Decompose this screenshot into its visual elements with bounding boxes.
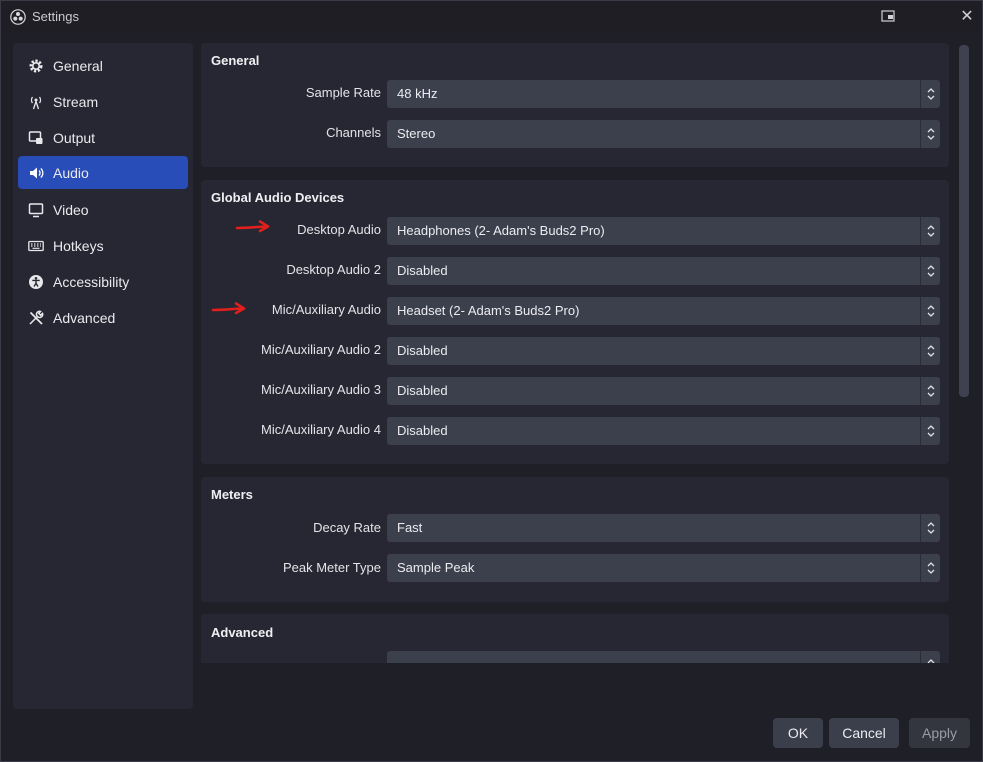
sidebar-item-advanced[interactable]: Advanced	[18, 301, 188, 334]
global-audio-devices-group: Global Audio Devices Desktop Audio Headp…	[201, 180, 949, 464]
group-title: Meters	[211, 487, 253, 502]
mic-aux-audio-4-label: Mic/Auxiliary Audio 4	[261, 422, 381, 437]
sidebar-item-general[interactable]: General	[18, 49, 188, 82]
speaker-icon	[27, 164, 45, 182]
desktop-audio-value: Headphones (2- Adam's Buds2 Pro)	[397, 223, 605, 238]
settings-content: General Sample Rate 48 kHz Channels Ster…	[201, 43, 950, 663]
sample-rate-value: 48 kHz	[397, 86, 438, 101]
sidebar-item-label: Hotkeys	[53, 237, 104, 254]
obs-logo-icon	[10, 9, 26, 25]
desktop-audio-label: Desktop Audio	[297, 222, 381, 237]
updown-icon	[920, 120, 940, 148]
mic-aux-audio-value: Headset (2- Adam's Buds2 Pro)	[397, 303, 580, 318]
sidebar-item-output[interactable]: Output	[18, 121, 188, 154]
mic-aux-audio-3-value: Disabled	[397, 383, 448, 398]
mic-aux-audio-3-label: Mic/Auxiliary Audio 3	[261, 382, 381, 397]
monitor-icon	[27, 201, 45, 219]
decay-rate-select[interactable]: Fast	[387, 514, 940, 542]
window-title: Settings	[32, 9, 79, 24]
annotation-arrow	[235, 220, 270, 233]
sidebar-item-label: Audio	[53, 164, 89, 181]
channels-select[interactable]: Stereo	[387, 120, 940, 148]
close-icon[interactable]: ✕	[956, 7, 978, 27]
mic-aux-audio-2-select[interactable]: Disabled	[387, 337, 940, 365]
cancel-button[interactable]: Cancel	[829, 718, 899, 748]
peak-meter-type-label: Peak Meter Type	[282, 560, 381, 575]
sample-rate-select[interactable]: 48 kHz	[387, 80, 940, 108]
scrollbar-thumb[interactable]	[959, 45, 969, 397]
sidebar-item-accessibility[interactable]: Accessibility	[18, 265, 188, 298]
updown-icon	[920, 257, 940, 285]
peak-meter-type-value: Sample Peak	[397, 560, 475, 575]
keyboard-icon	[27, 237, 45, 255]
decay-rate-value: Fast	[397, 520, 423, 535]
updown-icon	[920, 217, 940, 245]
tools-icon	[27, 309, 45, 327]
sidebar-item-stream[interactable]: Stream	[18, 85, 188, 118]
desktop-audio-2-value: Disabled	[397, 263, 448, 278]
group-title: General	[211, 53, 260, 68]
peak-meter-type-select[interactable]: Sample Peak	[387, 554, 940, 582]
sidebar-item-label: Accessibility	[53, 273, 130, 290]
accessibility-icon	[27, 273, 45, 291]
mic-aux-audio-2-value: Disabled	[397, 343, 448, 358]
sidebar-item-label: Stream	[53, 93, 99, 110]
mic-aux-audio-2-label: Mic/Auxiliary Audio 2	[261, 342, 381, 357]
sidebar-item-label: Advanced	[53, 309, 116, 326]
settings-sidebar: General Stream Output Audio Video Hotkey…	[13, 43, 193, 709]
mic-aux-audio-3-select[interactable]: Disabled	[387, 377, 940, 405]
advanced-select-partial[interactable]	[387, 651, 940, 663]
mic-aux-audio-label: Mic/Auxiliary Audio	[271, 302, 381, 317]
desktop-audio-2-label: Desktop Audio 2	[286, 262, 381, 277]
updown-icon	[920, 377, 940, 405]
desktop-audio-2-select[interactable]: Disabled	[387, 257, 940, 285]
updown-icon	[920, 514, 940, 542]
sidebar-item-label: Video	[53, 201, 89, 218]
sidebar-item-label: Output	[53, 129, 96, 146]
vertical-scrollbar[interactable]	[958, 43, 970, 663]
updown-icon	[920, 297, 940, 325]
sidebar-item-audio[interactable]: Audio	[18, 156, 188, 189]
mic-aux-audio-select[interactable]: Headset (2- Adam's Buds2 Pro)	[387, 297, 940, 325]
mic-aux-audio-4-select[interactable]: Disabled	[387, 417, 940, 445]
settings-window: Settings ✕ General Stream Output Audio V…	[0, 0, 983, 762]
general-group: General Sample Rate 48 kHz Channels Ster…	[201, 43, 949, 167]
decay-rate-label: Decay Rate	[313, 520, 381, 535]
output-icon	[27, 129, 45, 147]
mic-aux-audio-4-value: Disabled	[397, 423, 448, 438]
updown-icon	[920, 554, 940, 582]
channels-label: Channels	[326, 125, 381, 140]
desktop-audio-select[interactable]: Headphones (2- Adam's Buds2 Pro)	[387, 217, 940, 245]
group-title: Advanced	[211, 625, 274, 640]
group-title: Global Audio Devices	[211, 190, 345, 205]
meters-group: Meters Decay Rate Fast Peak Meter Type S…	[201, 477, 949, 602]
sample-rate-label: Sample Rate	[305, 85, 381, 100]
advanced-group: Advanced	[201, 614, 949, 663]
updown-icon	[920, 417, 940, 445]
updown-icon	[920, 80, 940, 108]
pin-window-icon[interactable]	[877, 7, 899, 27]
ok-button[interactable]: OK	[773, 718, 823, 748]
updown-icon	[920, 651, 940, 663]
gear-icon	[27, 57, 45, 75]
updown-icon	[920, 337, 940, 365]
title-bar: Settings ✕	[1, 1, 982, 33]
channels-value: Stereo	[397, 126, 436, 141]
apply-button[interactable]: Apply	[909, 718, 970, 748]
sidebar-item-video[interactable]: Video	[18, 193, 188, 226]
antenna-icon	[27, 93, 45, 111]
sidebar-item-hotkeys[interactable]: Hotkeys	[18, 229, 188, 262]
sidebar-item-label: General	[53, 57, 103, 74]
annotation-arrow	[211, 302, 246, 315]
